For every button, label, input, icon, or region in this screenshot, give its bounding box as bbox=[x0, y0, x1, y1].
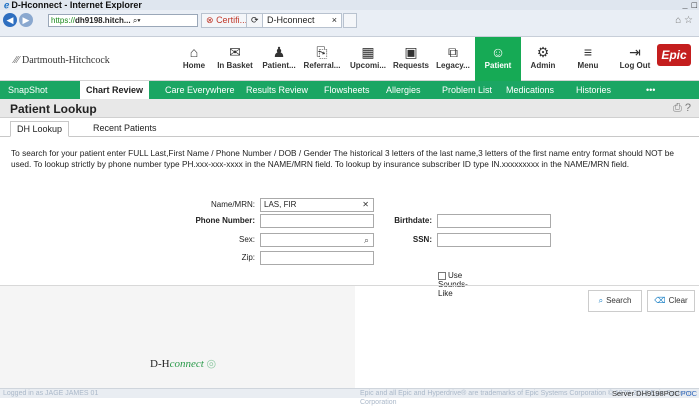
tab-recent-patients[interactable]: Recent Patients bbox=[87, 121, 163, 137]
referral-icon: ⎘ bbox=[316, 44, 328, 60]
activity-tab-results-review[interactable]: Results Review bbox=[240, 81, 314, 99]
window-titlebar: ℯ D-Hconnect - Internet Explorer _ □ bbox=[0, 0, 699, 10]
status-bar: Logged in as JAGE JAMES 01 Epic and all … bbox=[0, 388, 699, 406]
name-label: Name/MRN: bbox=[210, 200, 255, 209]
activity-tab-allergies[interactable]: Allergies bbox=[380, 81, 427, 99]
nav-item-legacy[interactable]: ⧉ Legacy... bbox=[433, 37, 473, 81]
nav-item-home[interactable]: ⌂ Home bbox=[177, 37, 211, 81]
activity-tab-problem-list[interactable]: Problem List bbox=[436, 81, 498, 99]
server-label: Server DH9198POC bbox=[612, 389, 680, 398]
activity-tab-snapshot[interactable]: SnapShot bbox=[2, 81, 54, 99]
external-link-icon: ⧉ bbox=[448, 44, 458, 60]
browser-address-bar: ◀ ▶ https://dh9198.hitch... ⌕▾ ⊗ Certifi… bbox=[0, 10, 699, 37]
search-icon: ⌕▾ bbox=[132, 16, 141, 25]
browser-toolbar-icons: ⌂ ☆ bbox=[675, 15, 693, 26]
phone-label: Phone Number: bbox=[195, 216, 255, 225]
menu-icon: ≡ bbox=[583, 44, 593, 60]
activity-tab-more[interactable]: ••• bbox=[640, 81, 661, 99]
lookup-tabs: DH Lookup Recent Patients bbox=[0, 118, 699, 137]
zip-label: Zip: bbox=[241, 253, 255, 262]
mail-icon: ✉ bbox=[229, 44, 241, 60]
epic-logo: Epic bbox=[657, 44, 691, 66]
sex-select[interactable]: ⌕ bbox=[260, 233, 374, 247]
page-header: Patient Lookup ⎙ ? bbox=[0, 99, 699, 118]
phone-input[interactable] bbox=[260, 214, 374, 228]
forward-icon[interactable]: ▶ bbox=[19, 13, 33, 27]
birthdate-input[interactable] bbox=[437, 214, 551, 228]
patient-station-icon: ♟ bbox=[272, 44, 286, 60]
certificate-error-button[interactable]: ⊗ Certifi... bbox=[201, 13, 253, 28]
page-title: Patient Lookup bbox=[10, 102, 97, 116]
zip-input[interactable] bbox=[260, 251, 374, 265]
window-controls: _ □ bbox=[679, 0, 697, 10]
logout-icon: ⇥ bbox=[629, 44, 641, 60]
search-icon: ⌕ bbox=[598, 296, 604, 305]
calendar-icon: ▦ bbox=[361, 44, 375, 60]
activity-tab-histories[interactable]: Histories bbox=[570, 81, 617, 99]
login-status: Logged in as JAGE JAMES 01 bbox=[3, 390, 99, 397]
activity-tab-flowsheets[interactable]: Flowsheets bbox=[318, 81, 376, 99]
search-button[interactable]: ⌕ Search bbox=[588, 290, 642, 312]
poc-label: POC bbox=[680, 389, 697, 398]
person-icon: ☺ bbox=[490, 44, 506, 60]
header-icons: ⎙ ? bbox=[673, 102, 691, 115]
brand-logo-mark: ⁄⁄⁄ bbox=[14, 55, 20, 66]
new-tab-button[interactable] bbox=[343, 13, 357, 28]
back-icon[interactable]: ◀ bbox=[3, 13, 17, 27]
activity-tab-medications[interactable]: Medications bbox=[500, 81, 560, 99]
clear-button[interactable]: ⌫ Clear bbox=[647, 290, 695, 312]
name-mrn-input[interactable]: LAS, FIR ✕ bbox=[260, 198, 374, 212]
brand-logo: ⁄⁄⁄ Dartmouth-Hitchcock bbox=[14, 55, 110, 66]
brand-name: Dartmouth-Hitchcock bbox=[22, 55, 110, 66]
search-icon[interactable]: ⌕ bbox=[364, 234, 369, 246]
home-icon: ⌂ bbox=[189, 44, 199, 60]
nav-item-patient[interactable]: ♟ Patient... bbox=[259, 37, 299, 81]
nav-item-log-out[interactable]: ⇥ Log Out bbox=[614, 37, 656, 81]
nav-item-upcomi[interactable]: ▦ Upcomi... bbox=[346, 37, 390, 81]
nav-item-referral[interactable]: ⎘ Referral... bbox=[300, 37, 344, 81]
gear-icon: ⚙ bbox=[536, 44, 550, 60]
new-tab-icon[interactable]: ⟳ bbox=[246, 13, 264, 28]
instructions: To search for your patient enter FULL La… bbox=[11, 148, 674, 169]
maximize-button[interactable]: □ bbox=[692, 0, 697, 10]
requests-icon: ▣ bbox=[404, 44, 418, 60]
activity-tab-care-everywhere[interactable]: Care Everywhere bbox=[159, 81, 241, 99]
nav-item-in-basket[interactable]: ✉ In Basket bbox=[213, 37, 257, 81]
dhconnect-logo: D-Hconnect ◎ bbox=[150, 358, 217, 370]
nav-item-patient[interactable]: ☺ Patient bbox=[475, 37, 521, 81]
clear-field-icon[interactable]: ✕ bbox=[362, 199, 369, 211]
certificate-error-icon: ⊗ bbox=[206, 15, 214, 25]
ssn-label: SSN: bbox=[412, 235, 432, 244]
print-icon[interactable]: ⎙ bbox=[673, 102, 682, 114]
home-browser-icon[interactable]: ⌂ bbox=[675, 15, 681, 26]
nav-item-requests[interactable]: ▣ Requests bbox=[391, 37, 431, 81]
ie-logo-icon: ℯ bbox=[4, 0, 10, 10]
checkbox-box[interactable] bbox=[438, 271, 446, 280]
window-title: D-Hconnect - Internet Explorer bbox=[11, 0, 142, 10]
favorites-icon[interactable]: ☆ bbox=[684, 15, 693, 26]
tab-dh-lookup[interactable]: DH Lookup bbox=[10, 121, 70, 137]
epic-header: ⁄⁄⁄ Dartmouth-Hitchcock ⌂ Home ✉ In Basket ♟ P… bbox=[0, 37, 699, 81]
close-tab-icon[interactable]: × bbox=[332, 14, 337, 27]
activity-tab-chart-review[interactable]: Chart Review bbox=[80, 81, 150, 99]
browser-tab[interactable]: D-Hconnect × bbox=[262, 13, 342, 28]
logo-swirl-icon: ◎ bbox=[206, 358, 217, 370]
nav-item-menu[interactable]: ≡ Menu bbox=[568, 37, 608, 81]
footer-panel bbox=[0, 286, 355, 392]
nav-item-admin[interactable]: ⚙ Admin bbox=[522, 37, 564, 81]
help-icon[interactable]: ? bbox=[685, 102, 691, 114]
minimize-button[interactable]: _ bbox=[683, 0, 688, 10]
eraser-icon: ⌫ bbox=[654, 296, 666, 305]
birthdate-label: Birthdate: bbox=[394, 216, 432, 225]
url-field[interactable]: https://dh9198.hitch... ⌕▾ bbox=[48, 14, 198, 27]
ssn-input[interactable] bbox=[437, 233, 551, 247]
sex-label: Sex: bbox=[238, 235, 255, 244]
activity-tabs: SnapShot Chart Review Care Everywhere Resul… bbox=[0, 81, 699, 99]
